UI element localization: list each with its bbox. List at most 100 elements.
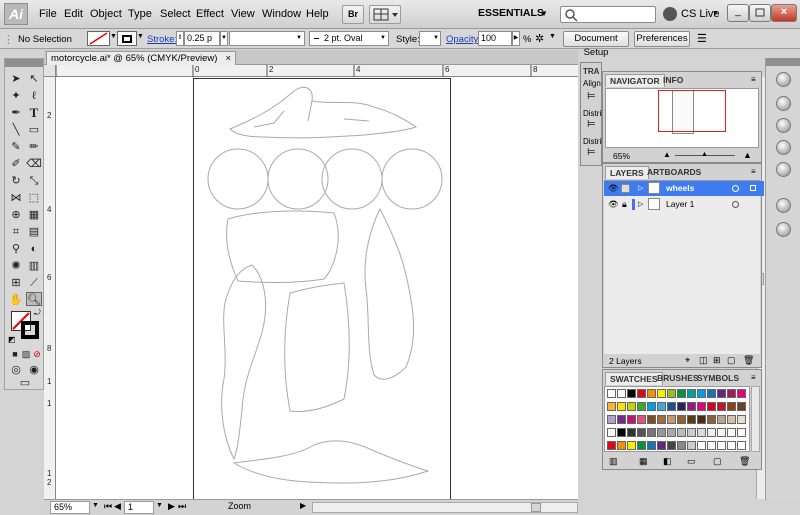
- artboards-tab[interactable]: ARTBOARDS: [643, 166, 705, 179]
- lasso-tool-icon[interactable]: ℓ: [26, 89, 42, 103]
- shape-builder-tool-icon[interactable]: ⊕: [8, 208, 24, 222]
- swatch[interactable]: [727, 441, 736, 450]
- menu-edit[interactable]: Edit: [64, 8, 83, 20]
- pen-tool-icon[interactable]: ✒: [8, 106, 24, 120]
- next-artboard-icon[interactable]: ▶: [168, 501, 175, 512]
- swatch[interactable]: [687, 428, 696, 437]
- gradient-panel-icon[interactable]: [776, 140, 791, 155]
- recolor-dropdown-icon[interactable]: ▼: [549, 33, 556, 40]
- stroke-color-swatch[interactable]: [117, 31, 137, 46]
- swatch[interactable]: [637, 428, 646, 437]
- hand-tool-icon[interactable]: ✋: [8, 293, 24, 307]
- zoom-dropdown-icon[interactable]: ▼: [92, 502, 99, 509]
- new-color-group-icon[interactable]: ▭: [687, 456, 696, 467]
- ruler-origin[interactable]: [44, 65, 56, 77]
- swatch[interactable]: [687, 441, 696, 450]
- minimize-button[interactable]: _: [727, 4, 749, 22]
- menu-select[interactable]: Select: [160, 8, 191, 20]
- zoom-level-field[interactable]: 65%: [50, 501, 90, 514]
- menu-file[interactable]: File: [39, 8, 57, 20]
- new-swatch-icon[interactable]: ▢: [713, 456, 722, 467]
- blend-tool-icon[interactable]: ◐: [26, 242, 42, 256]
- screen-mode-icon[interactable]: ▭: [15, 376, 35, 390]
- pencil-tool-icon[interactable]: ✏: [26, 140, 42, 154]
- stroke-weight-field[interactable]: 0.25 p: [184, 31, 220, 46]
- visibility-eye-icon[interactable]: 👁︎: [608, 181, 619, 196]
- stroke-stepper[interactable]: ⇕: [176, 31, 184, 46]
- graphic-style-swatch[interactable]: ▼: [419, 31, 441, 46]
- swatch[interactable]: [647, 441, 656, 450]
- motorcycle-artwork[interactable]: [194, 79, 450, 499]
- gradient-tool-icon[interactable]: ▤: [26, 225, 42, 239]
- variable-width-profile[interactable]: ▼: [229, 31, 305, 46]
- swatch[interactable]: [707, 428, 716, 437]
- navigator-preview[interactable]: [605, 88, 759, 148]
- layer-target-icon[interactable]: [732, 201, 739, 208]
- status-arrow-icon[interactable]: ▶: [300, 501, 306, 510]
- artboard[interactable]: [193, 78, 451, 499]
- width-tool-icon[interactable]: ⋈: [8, 191, 24, 205]
- swatch[interactable]: [727, 428, 736, 437]
- swatch[interactable]: [657, 428, 666, 437]
- navigator-tab[interactable]: NAVIGATOR: [605, 74, 665, 87]
- vertical-ruler[interactable]: 2 4 6 8 1 1 1 2: [44, 77, 56, 499]
- close-button[interactable]: ×: [771, 4, 797, 22]
- swatch[interactable]: [707, 402, 716, 411]
- swatch[interactable]: [647, 428, 656, 437]
- delete-layer-icon[interactable]: 🗑︎: [743, 355, 754, 366]
- column-graph-tool-icon[interactable]: ▥: [26, 259, 42, 273]
- swatch[interactable]: [607, 389, 616, 398]
- swatch[interactable]: [717, 402, 726, 411]
- stroke-dropdown-icon[interactable]: ▼: [137, 33, 144, 40]
- navigator-view-box[interactable]: [658, 90, 726, 132]
- dock-header[interactable]: [766, 58, 800, 66]
- blob-brush-tool-icon[interactable]: ✐: [8, 157, 24, 171]
- swatch[interactable]: [607, 428, 616, 437]
- magic-wand-tool-icon[interactable]: ✦: [8, 89, 24, 103]
- bridge-button[interactable]: Br: [342, 5, 364, 24]
- transparency-panel-icon[interactable]: [776, 162, 791, 177]
- swatch[interactable]: [677, 402, 686, 411]
- restore-button[interactable]: [749, 4, 771, 22]
- fill-color-swatch[interactable]: [87, 31, 110, 46]
- navigator-zoom-value[interactable]: 65%: [613, 151, 630, 161]
- fill-dropdown-icon[interactable]: ▼: [110, 33, 117, 40]
- rotate-tool-icon[interactable]: ↻: [8, 174, 24, 188]
- zoom-slider-thumb[interactable]: ▲: [701, 151, 708, 158]
- menu-effect[interactable]: Effect: [196, 8, 224, 20]
- swatch[interactable]: [617, 389, 626, 398]
- visibility-eye-icon[interactable]: 👁︎: [608, 197, 619, 212]
- swatch-options-icon[interactable]: ◧: [663, 456, 672, 467]
- swatch[interactable]: [697, 441, 706, 450]
- layer-target-icon[interactable]: [732, 185, 739, 192]
- previous-artboard-icon[interactable]: ◀: [114, 501, 121, 512]
- swatch[interactable]: [647, 402, 656, 411]
- swatch[interactable]: [707, 441, 716, 450]
- swatch[interactable]: [697, 389, 706, 398]
- swatch[interactable]: [717, 389, 726, 398]
- artboard-number-field[interactable]: 1: [124, 501, 154, 514]
- layers-menu-icon[interactable]: ≡: [751, 167, 756, 176]
- cs-live-dropdown-icon[interactable]: ▼: [712, 10, 719, 17]
- menu-window[interactable]: Window: [262, 8, 301, 20]
- color-panel-icon[interactable]: [776, 72, 791, 87]
- swatch[interactable]: [637, 441, 646, 450]
- rectangle-tool-icon[interactable]: ▭: [26, 123, 42, 137]
- swatch[interactable]: [627, 402, 636, 411]
- align-icon[interactable]: ⊨: [587, 91, 596, 102]
- swatch[interactable]: [607, 441, 616, 450]
- swatch[interactable]: [617, 428, 626, 437]
- layer-name[interactable]: Layer 1: [666, 197, 694, 212]
- layer-row-wheels[interactable]: 👁︎ ▷ wheels: [604, 181, 764, 196]
- swatch[interactable]: [687, 389, 696, 398]
- swatch[interactable]: [637, 402, 646, 411]
- panel-menu-icon[interactable]: ≡: [751, 75, 756, 84]
- swatch[interactable]: [617, 402, 626, 411]
- swatch[interactable]: [657, 389, 666, 398]
- artboard-tool-icon[interactable]: ⊞: [8, 276, 24, 290]
- slice-tool-icon[interactable]: ⟋: [26, 276, 42, 290]
- stroke-panel-icon[interactable]: [776, 118, 791, 133]
- swatch[interactable]: [657, 415, 666, 424]
- swatch[interactable]: [677, 415, 686, 424]
- stroke-swatch-large[interactable]: [21, 321, 39, 339]
